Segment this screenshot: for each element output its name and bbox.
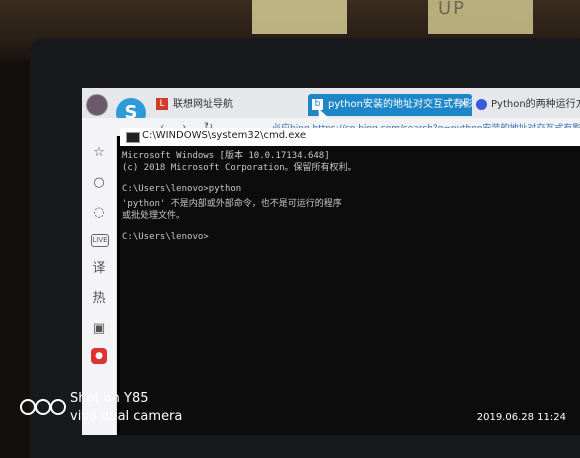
tab-label: 联想网址导航 <box>173 99 233 110</box>
cmd-title-bar[interactable]: C:\WINDOWS\system32\cmd.exe <box>120 128 580 147</box>
baidu-icon <box>476 98 487 110</box>
tab-label: Python的两种运行方式: 交互 <box>491 99 580 110</box>
vivo-camera-logo-icon <box>20 399 66 415</box>
video-icon[interactable]: ▣ <box>89 320 109 338</box>
lenovo-icon: L <box>156 98 168 110</box>
console-line: (c) 2018 Microsoft Corporation。保留所有权利。 <box>122 163 357 173</box>
sticky-note: UP <box>428 0 533 34</box>
cmd-console[interactable]: Microsoft Windows [版本 10.0.17134.648] (c… <box>120 146 580 435</box>
sticky-note-text: UP <box>438 0 467 19</box>
browser-tab-bar: L 联想网址导航 b python安装的地址对交互式有影响 ✕ Python的两种运… <box>82 88 580 118</box>
tab-lenovo-nav[interactable]: L 联想网址导航 <box>156 94 306 116</box>
cmd-title: C:\WINDOWS\system32\cmd.exe <box>142 130 306 141</box>
console-line: C:\Users\lenovo>python <box>122 184 242 194</box>
cmd-icon <box>126 132 140 143</box>
translate-icon[interactable]: 译 <box>89 260 109 278</box>
close-icon[interactable]: ✕ <box>460 94 468 116</box>
tab-baidu[interactable]: Python的两种运行方式: 交互 <box>472 94 580 116</box>
watermark-datetime: 2019.06.28 11:24 <box>476 412 566 423</box>
live-icon[interactable]: LIVE <box>91 234 109 247</box>
user-avatar[interactable] <box>86 94 108 116</box>
hot-icon[interactable]: 热 <box>89 290 109 308</box>
laptop-screen: L 联想网址导航 b python安装的地址对交互式有影响 ✕ Python的两种运… <box>82 88 580 435</box>
tab-bing-search[interactable]: b python安装的地址对交互式有影响 ✕ <box>308 94 472 116</box>
console-prompt: C:\Users\lenovo> <box>122 232 209 242</box>
watermark-camera: vivo dual camera <box>70 409 183 424</box>
app-icon[interactable]: ● <box>91 348 107 364</box>
console-line: 或批处理文件。 <box>122 211 186 221</box>
sticky-note <box>252 0 347 34</box>
watermark-model: Shot on Y85 <box>70 391 149 406</box>
search-icon[interactable]: ○ <box>89 174 109 192</box>
chat-icon[interactable]: ◌ <box>89 204 109 222</box>
star-icon[interactable]: ☆ <box>89 144 109 162</box>
tab-label: python安装的地址对交互式有影响 <box>328 99 472 110</box>
